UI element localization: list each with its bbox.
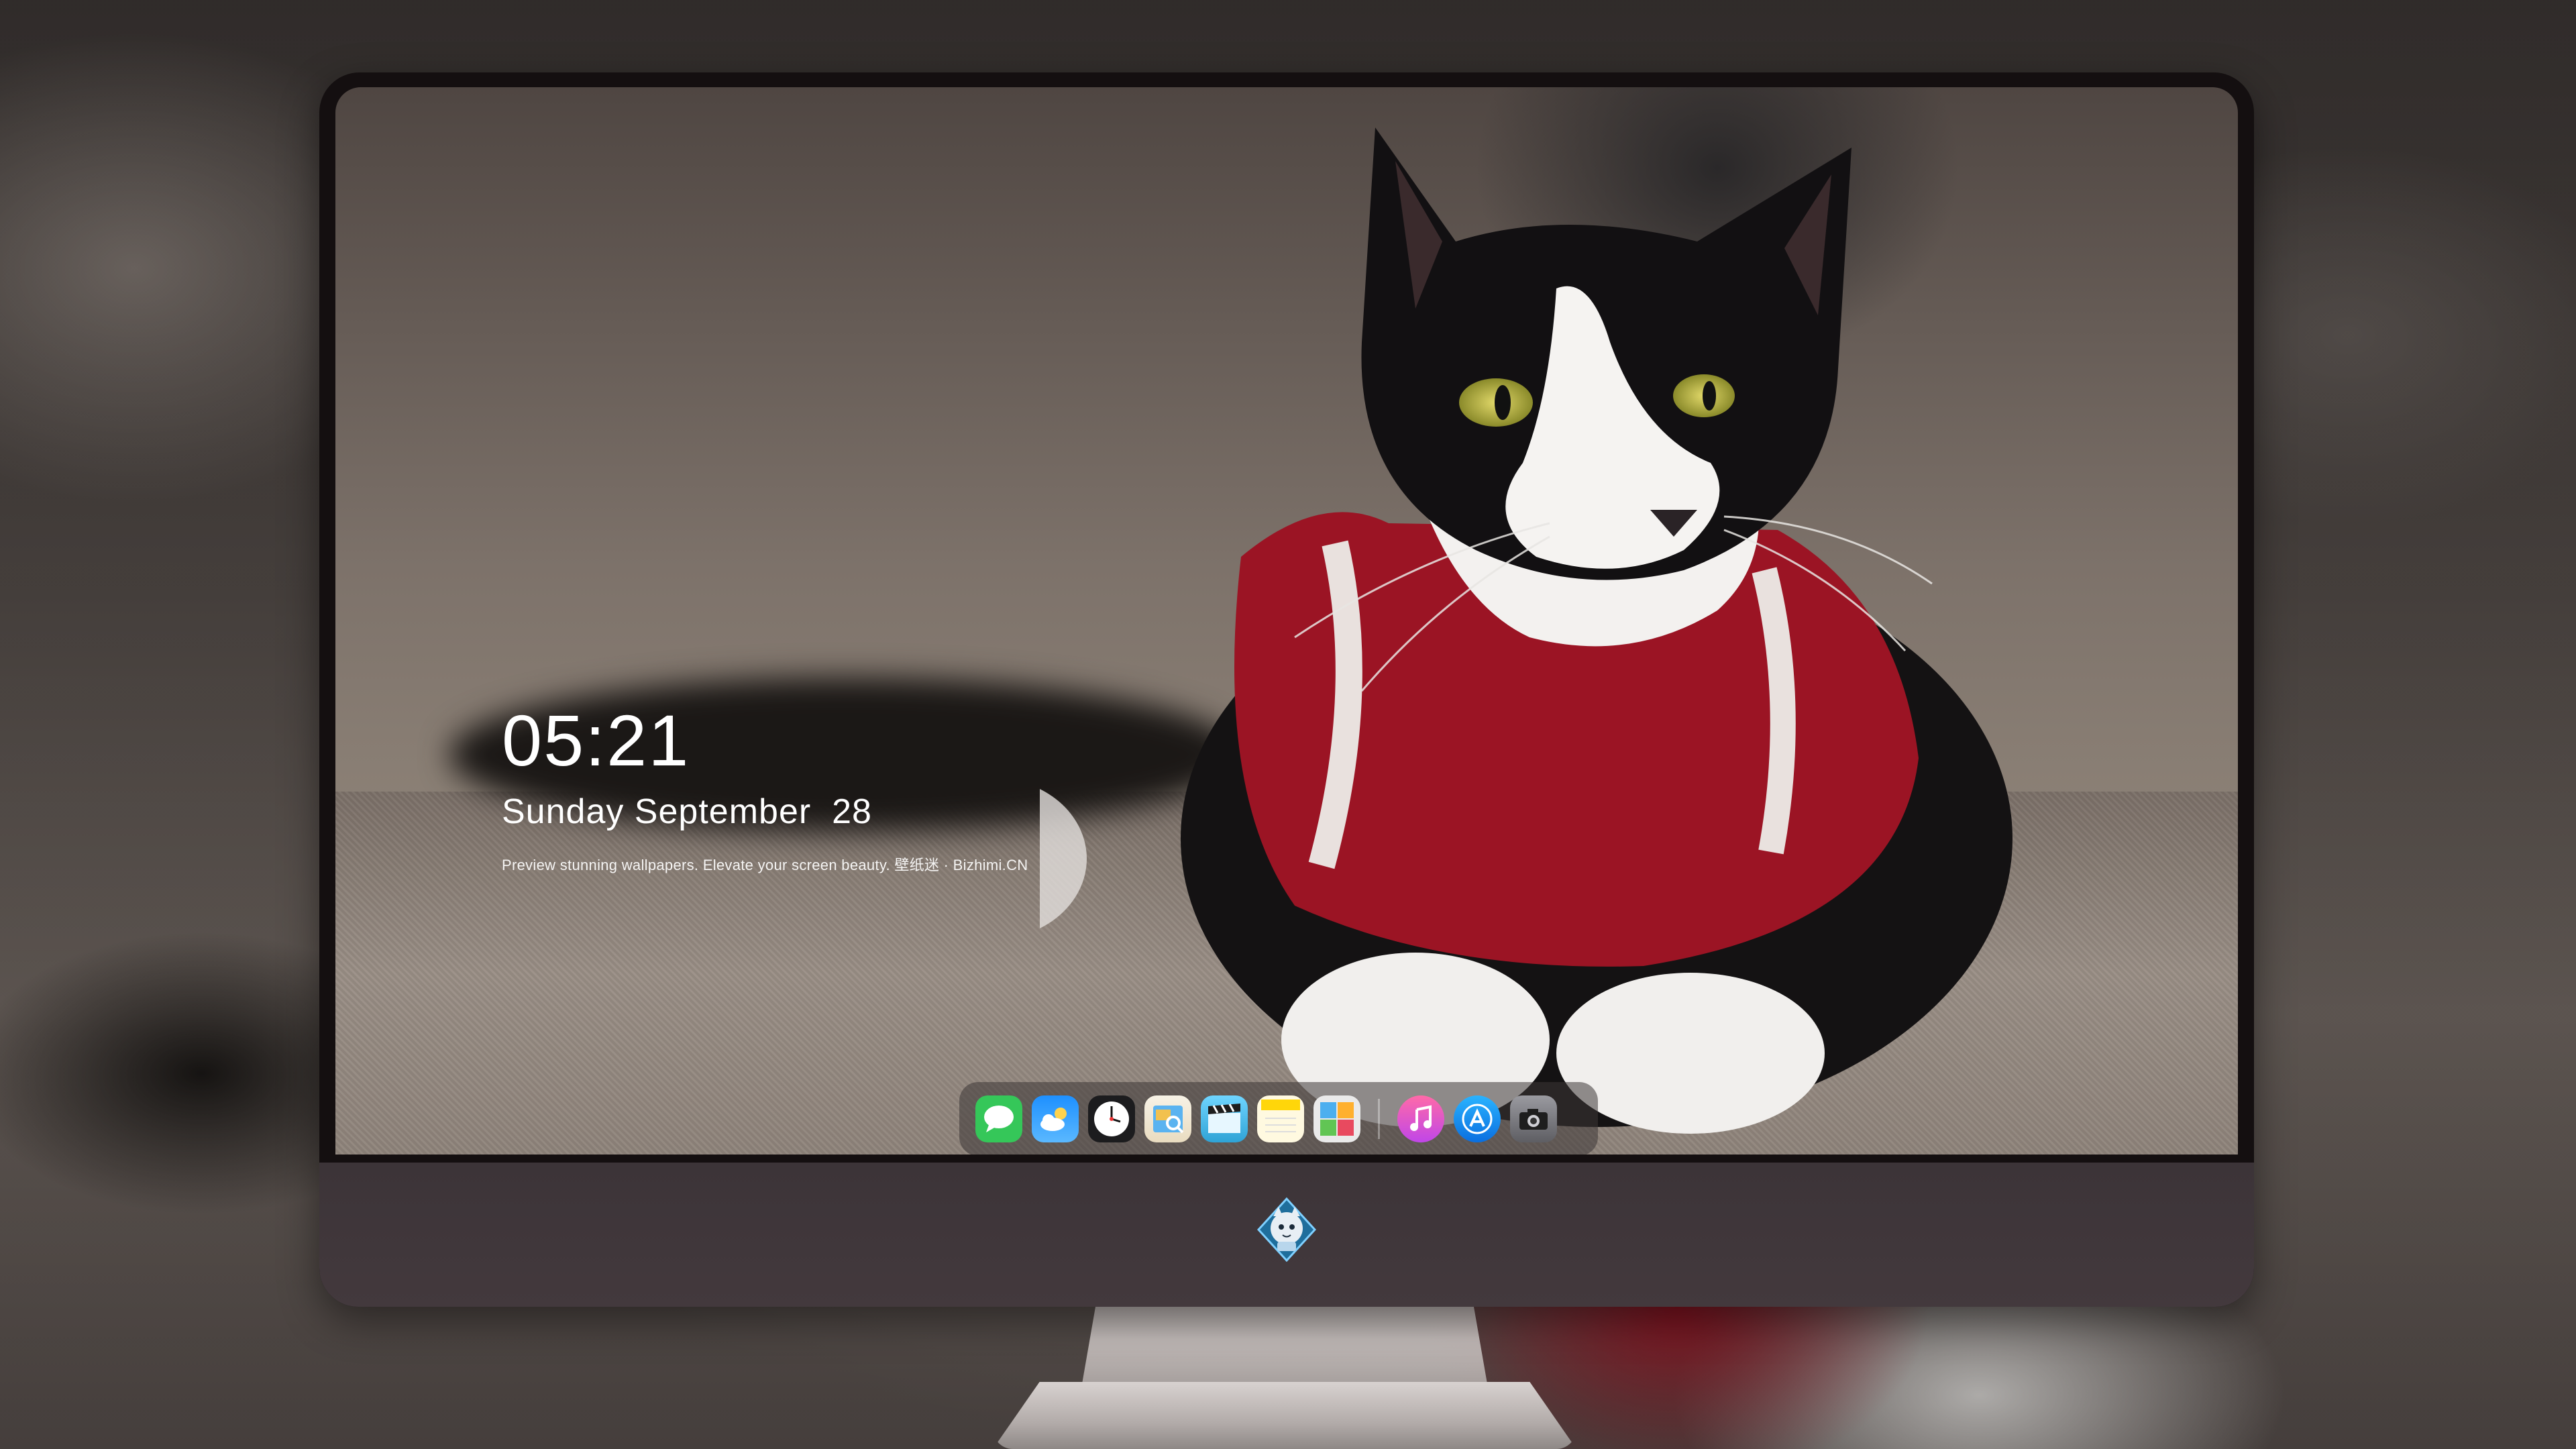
clock-date: Sunday September 28 xyxy=(502,792,872,831)
wallpaper-cat-image xyxy=(1040,127,2012,1134)
notes-icon[interactable] xyxy=(1257,1095,1304,1142)
clock-time: 05:21 xyxy=(502,700,690,781)
monitor-stand-base xyxy=(993,1382,1576,1449)
app-dock xyxy=(959,1082,1598,1155)
clock-icon[interactable] xyxy=(1088,1095,1135,1142)
monitor-stand-neck xyxy=(1080,1301,1489,1395)
desktop-screen: 05:21 Sunday September 28 Preview stunni… xyxy=(335,87,2238,1155)
camera-icon[interactable] xyxy=(1510,1095,1557,1142)
mascot-logo-icon xyxy=(1256,1197,1317,1263)
lock-clock-widget: 05:21 Sunday September 28 Preview stunni… xyxy=(502,704,1028,875)
final-cut-icon[interactable] xyxy=(1201,1095,1248,1142)
photo-booth-icon[interactable] xyxy=(1313,1095,1360,1142)
music-icon[interactable] xyxy=(1397,1095,1444,1142)
monitor-frame: 05:21 Sunday September 28 Preview stunni… xyxy=(319,72,2254,1307)
wallpaper-tagline: Preview stunning wallpapers. Elevate you… xyxy=(502,857,1028,873)
weather-icon[interactable] xyxy=(1032,1095,1079,1142)
messages-icon[interactable] xyxy=(975,1095,1022,1142)
dock-separator xyxy=(1378,1099,1380,1139)
app-store-icon[interactable] xyxy=(1454,1095,1501,1142)
preview-icon[interactable] xyxy=(1144,1095,1191,1142)
